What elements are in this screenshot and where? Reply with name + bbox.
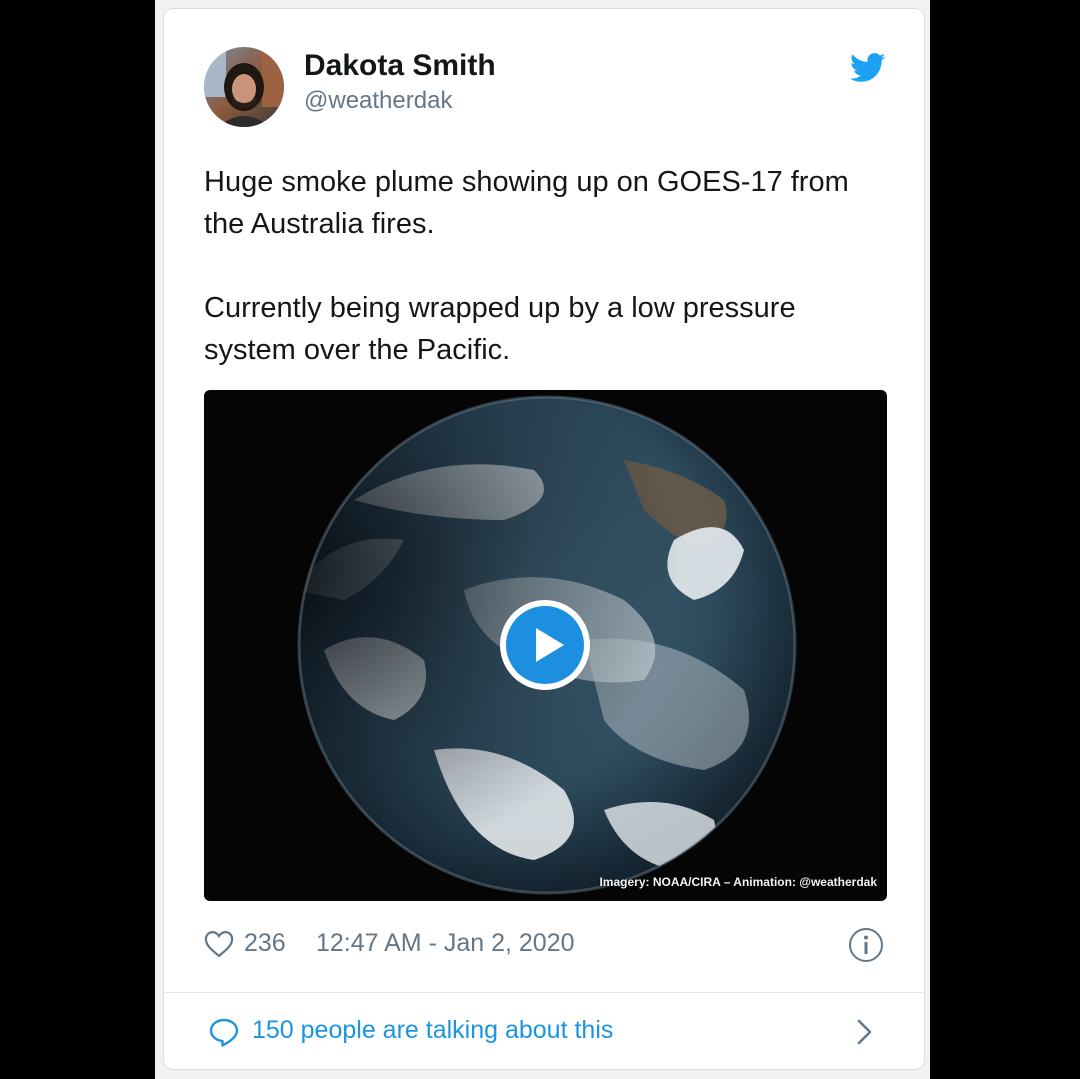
avatar[interactable] — [204, 47, 284, 127]
conversation-link[interactable]: 150 people are talking about this — [208, 1012, 888, 1052]
tweet-meta: 236 12:47 AM - Jan 2, 2020 — [204, 927, 894, 963]
tweet-card: Dakota Smith @weatherdak Huge smoke plum… — [163, 8, 925, 1070]
chevron-right-icon[interactable] — [854, 1018, 876, 1046]
info-icon[interactable] — [848, 927, 884, 963]
play-icon — [506, 606, 584, 684]
tweet-paragraph: Huge smoke plume showing up on GOES-17 f… — [204, 166, 849, 240]
tweet-paragraph: Currently being wrapped up by a low pres… — [204, 292, 796, 366]
tweet-timestamp[interactable]: 12:47 AM - Jan 2, 2020 — [316, 929, 575, 958]
talking-count-link[interactable]: 150 people are talking about this — [252, 1016, 613, 1045]
divider — [164, 992, 924, 993]
tweet-text: Huge smoke plume showing up on GOES-17 f… — [204, 161, 894, 371]
twitter-bird-icon[interactable] — [850, 53, 886, 83]
user-name[interactable]: Dakota Smith — [304, 49, 496, 83]
like-count[interactable]: 236 — [244, 929, 286, 958]
video-player[interactable]: Imagery: NOAA/CIRA – Animation: @weather… — [204, 390, 887, 901]
user-handle[interactable]: @weatherdak — [304, 87, 452, 115]
heart-icon[interactable] — [204, 930, 234, 958]
comment-bubble-icon — [208, 1016, 240, 1048]
play-button[interactable] — [500, 600, 590, 690]
image-credit: Imagery: NOAA/CIRA – Animation: @weather… — [599, 875, 877, 889]
